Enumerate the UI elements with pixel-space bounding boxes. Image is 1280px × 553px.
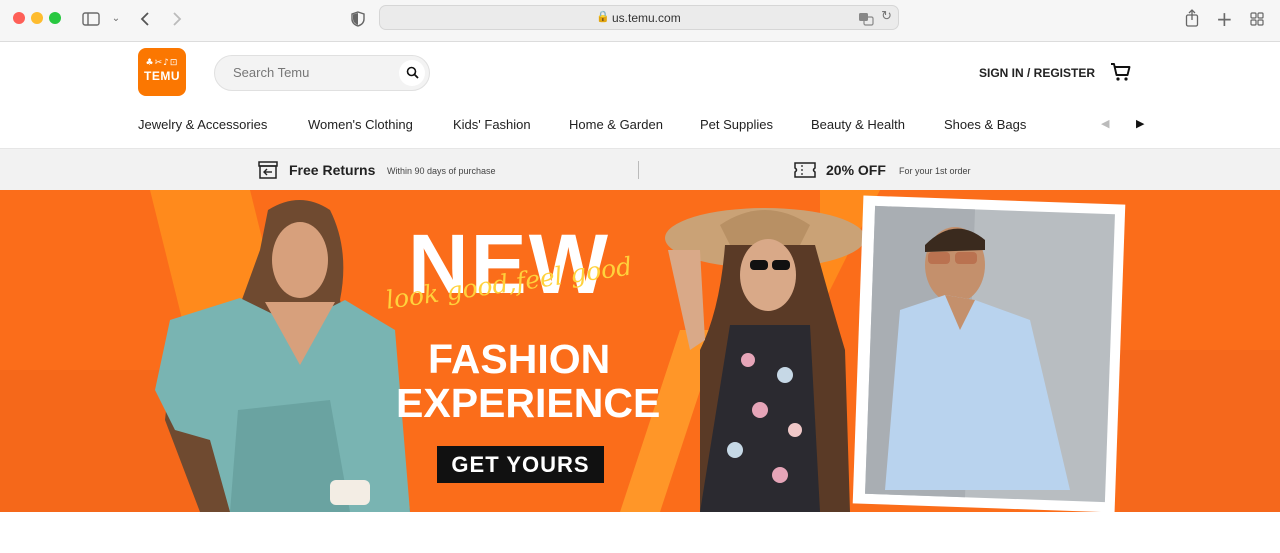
category-womens-clothing[interactable]: Women's Clothing: [308, 117, 413, 132]
translate-icon[interactable]: [858, 9, 874, 29]
free-returns-title: Free Returns: [289, 162, 376, 178]
search-button[interactable]: [399, 60, 425, 86]
close-window-button[interactable]: [13, 12, 25, 24]
hero-background: [0, 190, 1280, 512]
category-prev-arrow-icon[interactable]: ◀: [1101, 117, 1109, 130]
category-kids-fashion[interactable]: Kids' Fashion: [453, 117, 531, 132]
shield-icon[interactable]: [350, 9, 366, 29]
coupon-icon: [794, 162, 816, 178]
hero-line-fashion: FASHION: [428, 336, 611, 382]
hero-line-experience: EXPERIENCE: [396, 380, 661, 426]
discount-title: 20% OFF: [826, 162, 886, 178]
address-bar[interactable]: 🔒 us.temu.com ↻: [379, 5, 899, 30]
category-shoes-bags[interactable]: Shoes & Bags: [944, 117, 1026, 132]
browser-toolbar: ⌄ 🔒 us.temu.com ↻ +: [0, 0, 1280, 42]
lock-icon: 🔒: [596, 10, 610, 23]
category-beauty-health[interactable]: Beauty & Health: [811, 117, 905, 132]
free-returns-promo[interactable]: Free Returns Within 90 days of purchase: [258, 161, 538, 181]
category-jewelry-accessories[interactable]: Jewelry & Accessories: [138, 117, 267, 132]
category-pet-supplies[interactable]: Pet Supplies: [700, 117, 773, 132]
discount-subtitle: For your 1st order: [899, 166, 971, 176]
sidebar-icon[interactable]: [82, 9, 100, 29]
hero-banner[interactable]: NEW look good,feel good FASHION EXPERIEN…: [0, 190, 1280, 512]
return-box-icon: [258, 161, 278, 179]
tab-overview-icon[interactable]: [1249, 9, 1265, 29]
promo-strip: Free Returns Within 90 days of purchase …: [0, 148, 1280, 190]
free-returns-subtitle: Within 90 days of purchase: [387, 166, 496, 176]
cart-icon[interactable]: [1110, 61, 1132, 83]
url-text: us.temu.com: [612, 11, 681, 25]
reload-icon[interactable]: ↻: [881, 9, 892, 24]
logo-text: TEMU: [144, 69, 180, 83]
promo-divider: [638, 161, 639, 179]
model-man-shirt-image: [852, 195, 1126, 512]
zoom-window-button[interactable]: [49, 12, 61, 24]
search-input[interactable]: [233, 65, 393, 80]
category-home-garden[interactable]: Home & Garden: [569, 117, 663, 132]
search-icon: [406, 66, 419, 79]
discount-promo[interactable]: 20% OFF For your 1st order: [794, 161, 994, 181]
new-tab-icon[interactable]: +: [1216, 9, 1233, 29]
forward-icon[interactable]: [170, 9, 184, 29]
category-next-arrow-icon[interactable]: ▶: [1136, 117, 1144, 130]
get-yours-button[interactable]: GET YOURS: [437, 446, 604, 483]
chevron-down-icon[interactable]: ⌄: [110, 9, 122, 29]
minimize-window-button[interactable]: [31, 12, 43, 24]
share-icon[interactable]: [1184, 9, 1200, 29]
sign-in-register-link[interactable]: SIGN IN / REGISTER: [979, 66, 1095, 80]
logo-glyphs: ♣✂♪⊡: [145, 58, 179, 68]
temu-logo[interactable]: ♣✂♪⊡ TEMU: [138, 48, 186, 96]
back-icon[interactable]: [138, 9, 152, 29]
search-box: [214, 55, 430, 91]
